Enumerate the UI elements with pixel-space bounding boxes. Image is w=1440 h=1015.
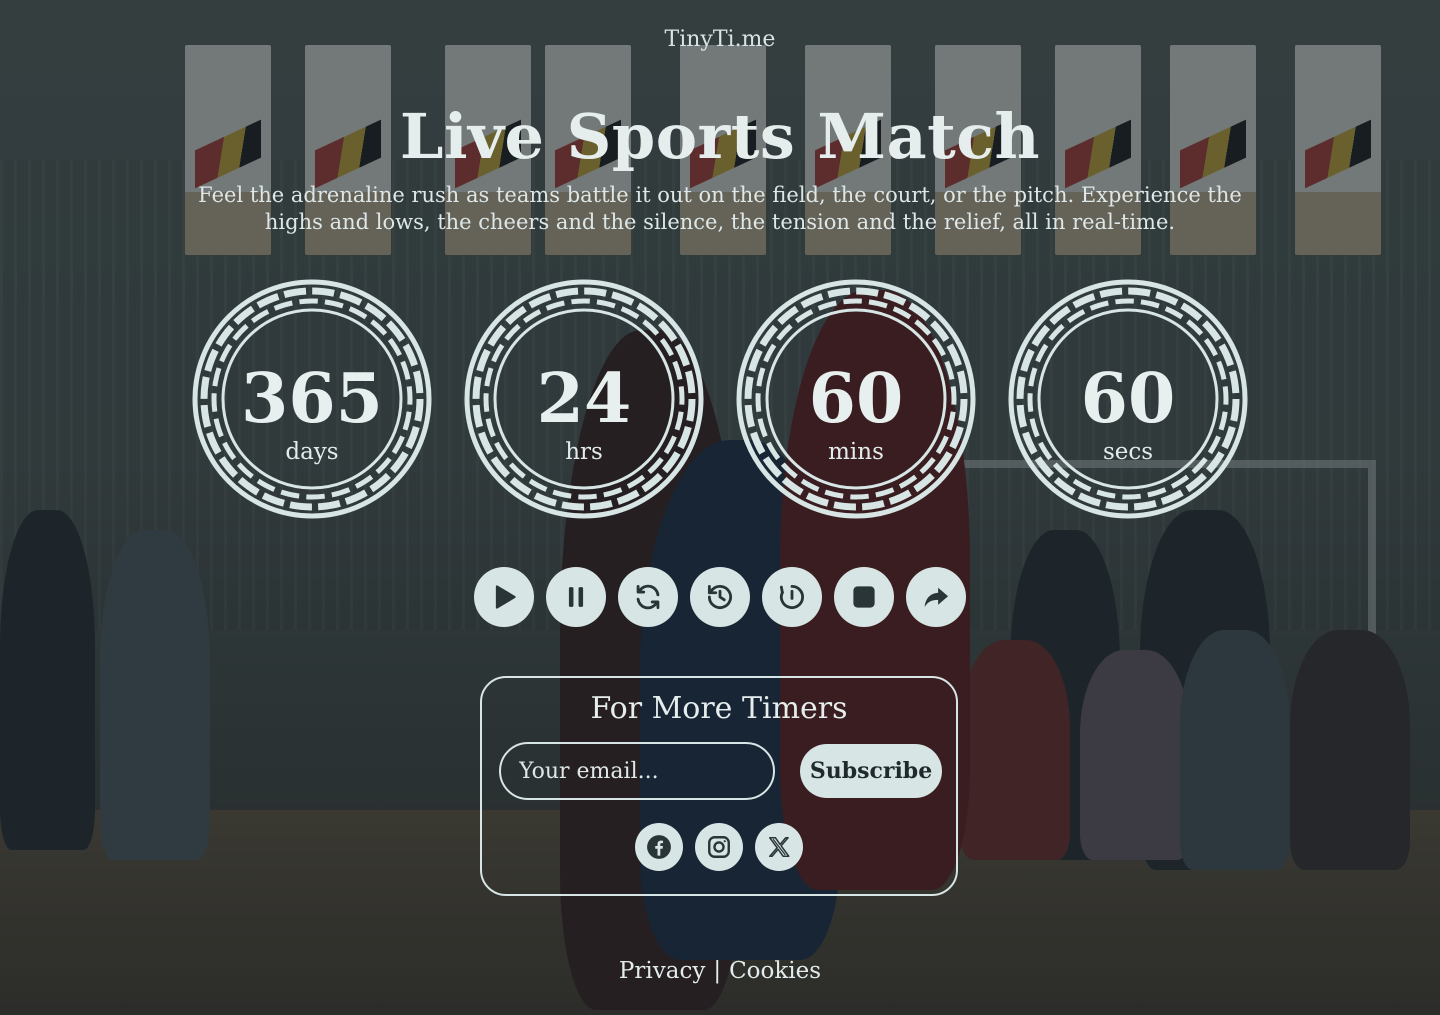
timer-minutes: 60 mins — [736, 279, 976, 519]
page-title: Live Sports Match — [399, 100, 1041, 173]
instagram-icon — [708, 836, 730, 858]
privacy-link[interactable]: Privacy — [619, 958, 705, 984]
pause-button[interactable] — [546, 567, 606, 627]
play-icon — [495, 585, 516, 609]
page-description: Feel the adrenaline rush as teams battle… — [198, 183, 1242, 234]
facebook-icon — [647, 835, 671, 859]
subscribe-card: For More Timers Subscribe — [480, 676, 958, 896]
timer-hours: 24 hrs — [464, 279, 704, 519]
restart-icon — [636, 584, 660, 610]
footer: Privacy | Cookies — [0, 958, 1440, 984]
cookies-link[interactable]: Cookies — [729, 958, 821, 984]
timer-controls — [474, 567, 966, 627]
pause-icon — [568, 587, 584, 607]
footer-separator: | — [713, 958, 722, 984]
social-links — [482, 823, 956, 871]
timer-minutes-label: mins — [828, 439, 884, 465]
timer-minutes-value: 60 — [808, 359, 904, 439]
brand-logo[interactable]: TinyTi.me — [0, 27, 1440, 52]
instagram-link[interactable] — [695, 823, 743, 871]
timer-seconds: 60 secs — [1008, 279, 1248, 519]
subscribe-heading: For More Timers — [590, 691, 848, 726]
reset-button[interactable] — [762, 567, 822, 627]
reset-icon — [779, 584, 804, 610]
restart-button[interactable] — [618, 567, 678, 627]
stop-icon — [853, 586, 875, 608]
timer-hours-value: 24 — [536, 359, 632, 439]
x-icon — [769, 837, 790, 857]
facebook-link[interactable] — [635, 823, 683, 871]
rewind-button[interactable] — [690, 567, 750, 627]
countdown-timers: 365 days 24 hrs 60 mins 60 secs — [192, 279, 1248, 519]
play-button[interactable] — [474, 567, 534, 627]
timer-days-value: 365 — [241, 359, 383, 439]
email-field[interactable] — [499, 742, 775, 800]
share-icon — [924, 587, 949, 607]
timer-hours-label: hrs — [565, 439, 603, 465]
timer-seconds-label: secs — [1102, 439, 1154, 465]
subscribe-button[interactable]: Subscribe — [800, 744, 942, 798]
x-link[interactable] — [755, 823, 803, 871]
timer-seconds-value: 60 — [1080, 359, 1176, 439]
timer-days-label: days — [285, 439, 339, 465]
share-button[interactable] — [906, 567, 966, 627]
history-icon — [707, 584, 732, 610]
timer-days: 365 days — [192, 279, 432, 519]
stop-button[interactable] — [834, 567, 894, 627]
